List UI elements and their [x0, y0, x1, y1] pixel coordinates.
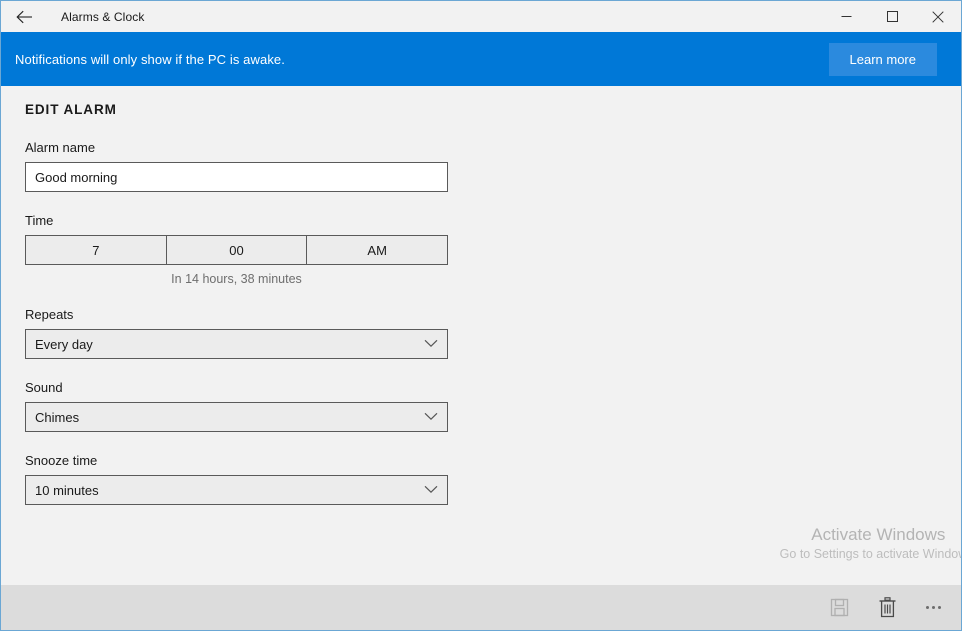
learn-more-button[interactable]: Learn more [828, 42, 937, 76]
banner-message: Notifications will only show if the PC i… [15, 51, 285, 67]
repeats-value: Every day [35, 336, 93, 352]
alarms-clock-window: Alarms & Clock Notifications will only s… [0, 0, 962, 631]
close-icon [932, 10, 944, 23]
chevron-down-icon [424, 408, 438, 426]
time-minute-segment[interactable]: 00 [165, 236, 307, 264]
ellipsis-icon [937, 606, 941, 609]
ellipsis-icon [925, 606, 929, 609]
chevron-down-icon [424, 481, 438, 499]
sound-group: Sound Chimes [25, 380, 961, 432]
snooze-group: Snooze time 10 minutes [25, 453, 961, 505]
more-options-button[interactable] [911, 585, 955, 630]
repeats-label: Repeats [25, 307, 74, 322]
window-controls [823, 1, 961, 32]
page-title: EDIT ALARM [25, 102, 117, 117]
alarm-name-group: Alarm name Good morning [25, 140, 961, 192]
snooze-dropdown[interactable]: 10 minutes [25, 475, 448, 505]
notification-banner: Notifications will only show if the PC i… [1, 32, 961, 86]
snooze-value: 10 minutes [35, 482, 99, 498]
save-button[interactable] [815, 585, 863, 630]
sound-dropdown[interactable]: Chimes [25, 402, 448, 432]
time-label: Time [25, 213, 54, 228]
watermark-title: Activate Windows [811, 525, 946, 544]
minimize-icon [841, 11, 852, 22]
command-bar [1, 585, 961, 630]
time-hour-segment[interactable]: 7 [26, 236, 166, 264]
back-arrow-icon [15, 10, 33, 24]
time-group: Time 7 00 AM In 14 hours, 38 minutes [25, 213, 961, 286]
maximize-icon [886, 11, 898, 22]
title-bar: Alarms & Clock [1, 1, 961, 32]
snooze-label: Snooze time [25, 453, 98, 468]
activate-windows-watermark: Activate Windows Go to Settings to activ… [780, 524, 961, 563]
edit-alarm-form: EDIT ALARM Alarm name Good morning Time … [1, 86, 961, 585]
time-until-hint: In 14 hours, 38 minutes [171, 272, 302, 286]
back-button[interactable] [1, 1, 47, 32]
save-floppy-icon [830, 598, 849, 617]
maximize-button[interactable] [869, 1, 915, 32]
chevron-down-icon [424, 335, 438, 353]
watermark-subtitle: Go to Settings to activate Windows. [779, 547, 961, 561]
time-period-segment[interactable]: AM [306, 236, 448, 264]
alarm-name-input[interactable]: Good morning [25, 162, 448, 192]
close-button[interactable] [915, 1, 961, 32]
repeats-dropdown[interactable]: Every day [25, 329, 448, 359]
trash-icon [878, 597, 897, 618]
app-title: Alarms & Clock [61, 9, 145, 24]
delete-alarm-button[interactable] [863, 585, 911, 630]
sound-label: Sound [25, 380, 63, 395]
alarm-name-label: Alarm name [25, 140, 96, 155]
repeats-group: Repeats Every day [25, 307, 961, 359]
ellipsis-icon [931, 606, 935, 609]
sound-value: Chimes [35, 409, 80, 425]
time-picker: 7 00 AM [25, 235, 448, 265]
minimize-button[interactable] [823, 1, 869, 32]
